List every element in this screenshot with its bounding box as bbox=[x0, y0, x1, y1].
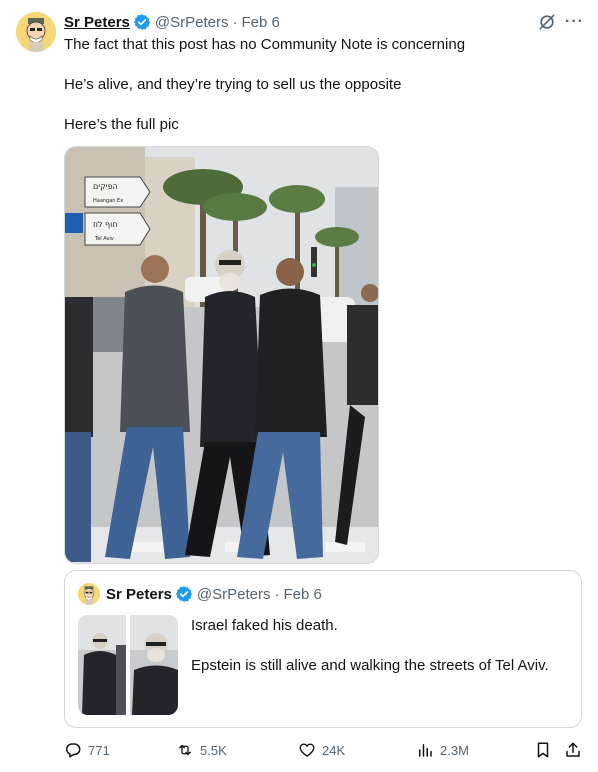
author-handle[interactable]: @SrPeters bbox=[155, 14, 229, 31]
quoted-post-date: Feb 6 bbox=[283, 585, 322, 603]
avatar-cartoon-icon bbox=[16, 12, 56, 52]
quoted-post-header: Sr Peters @SrPeters · Feb 6 bbox=[106, 584, 322, 604]
repost-count: 5.5K bbox=[200, 742, 227, 758]
sign-text: Tel Aviv bbox=[94, 236, 114, 242]
action-bar: 771 5.5K 24K 2.3M bbox=[64, 740, 584, 760]
reply-icon bbox=[65, 743, 81, 758]
reply-count: 771 bbox=[88, 742, 110, 758]
post-text-line: He’s alive, and they’re trying to sell u… bbox=[64, 76, 402, 93]
reply-button[interactable]: 771 bbox=[64, 740, 110, 760]
quoted-author-handle: @SrPeters bbox=[196, 585, 271, 603]
post-photo[interactable]: הפיקים Haangan Ex חוף לוז Tel Aviv bbox=[64, 146, 379, 564]
author-name[interactable]: Sr Peters bbox=[64, 14, 130, 31]
quoted-author-avatar bbox=[78, 583, 100, 605]
post-text-line: Here’s the full pic bbox=[64, 116, 179, 133]
tweet: Sr Peters @SrPeters · Feb 6 ··· The fact… bbox=[0, 0, 598, 772]
like-icon bbox=[299, 743, 315, 757]
share-icon bbox=[566, 742, 580, 757]
post-text-line: The fact that this post has no Community… bbox=[64, 36, 466, 53]
header-separator: · bbox=[274, 585, 280, 603]
views-icon bbox=[419, 744, 432, 757]
repost-button[interactable]: 5.5K bbox=[176, 740, 227, 760]
sign-text: Haangan Ex bbox=[93, 198, 123, 204]
views-button[interactable]: 2.3M bbox=[416, 740, 469, 760]
verified-badge-icon bbox=[175, 586, 192, 602]
repost-icon bbox=[179, 744, 191, 756]
verified-badge-icon bbox=[133, 14, 150, 30]
bookmark-icon bbox=[537, 742, 549, 758]
sign-text: חוף לוז bbox=[93, 220, 118, 229]
author-avatar[interactable] bbox=[16, 12, 56, 52]
quoted-text-line: Epstein is still alive and walking the s… bbox=[191, 657, 549, 674]
like-count: 24K bbox=[322, 742, 346, 758]
post-top-actions: ··· bbox=[537, 12, 584, 32]
sign-text: הפיקים bbox=[93, 182, 118, 191]
quoted-photo-image bbox=[78, 615, 178, 715]
quoted-text-line: Israel faked his death. bbox=[191, 617, 338, 634]
like-button[interactable]: 24K bbox=[298, 740, 345, 760]
more-icon[interactable]: ··· bbox=[565, 12, 584, 32]
quoted-author-name: Sr Peters bbox=[106, 585, 172, 603]
bookmark-button[interactable] bbox=[534, 740, 552, 760]
quoted-post[interactable]: Sr Peters @SrPeters · Feb 6 Israel faked… bbox=[64, 570, 582, 728]
header-separator: · bbox=[232, 13, 238, 31]
grok-icon[interactable] bbox=[537, 12, 557, 32]
quoted-post-thumbnail bbox=[78, 615, 178, 715]
post-header: Sr Peters @SrPeters · Feb 6 bbox=[64, 12, 280, 32]
views-count: 2.3M bbox=[440, 742, 469, 758]
avatar-cartoon-icon bbox=[78, 583, 100, 605]
share-button[interactable] bbox=[564, 740, 582, 760]
street-photo-image: הפיקים Haangan Ex חוף לוז Tel Aviv bbox=[65, 147, 378, 563]
post-date[interactable]: Feb 6 bbox=[241, 14, 279, 31]
